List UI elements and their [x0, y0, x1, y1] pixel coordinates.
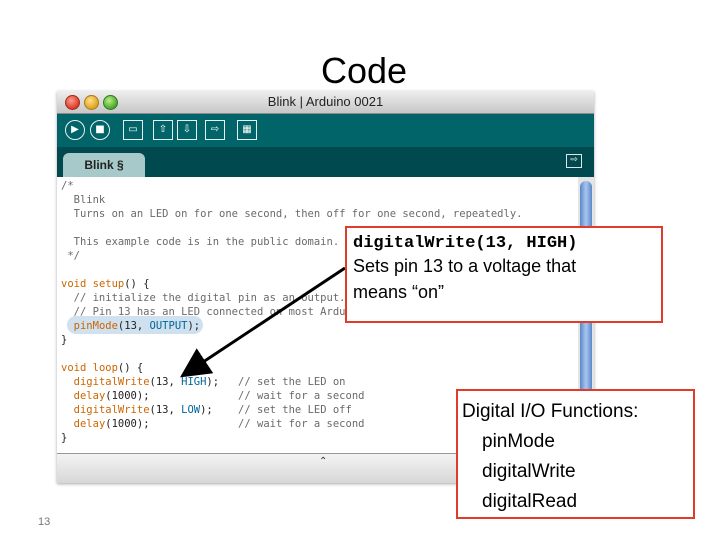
upload-button[interactable]: ⇨ — [205, 120, 225, 140]
stop-button[interactable]: ■ — [90, 120, 110, 140]
callout-title: Digital I/O Functions: — [462, 401, 639, 422]
code-comment: // wait for a second — [149, 390, 365, 402]
code-comment: // set the LED on — [219, 376, 346, 388]
upload-icon: ⇨ — [210, 124, 220, 135]
code-function: digitalWrite — [73, 376, 150, 388]
digital-io-callout: Digital I/O Functions: pinMode digitalWr… — [456, 389, 695, 519]
code-function: digitalWrite — [73, 404, 150, 416]
code-comment: // initialize the digital pin as an outp… — [61, 292, 346, 304]
splitter-handle-icon[interactable]: ⌃ — [319, 456, 327, 467]
new-file-icon: ▭ — [128, 124, 138, 135]
serial-monitor-icon: ▦ — [242, 124, 252, 135]
save-button[interactable]: ⇩ — [177, 120, 197, 140]
code-punct: (1000); — [105, 418, 150, 430]
function-item: digitalWrite — [482, 461, 576, 482]
function-item: pinMode — [482, 431, 555, 452]
code-line: */ — [61, 250, 80, 262]
callout-text-line: means “on” — [353, 282, 445, 302]
code-line: /* — [61, 180, 74, 192]
save-icon: ⇩ — [182, 124, 192, 135]
function-item: digitalRead — [482, 491, 578, 512]
code-function: loop — [92, 362, 118, 374]
code-line: Blink — [61, 194, 106, 206]
window-title: Blink | Arduino 0021 — [267, 94, 384, 109]
slide-title: Code — [320, 50, 408, 91]
tab-blink[interactable]: Blink § — [63, 153, 145, 177]
open-icon: ⇧ — [158, 124, 168, 135]
code-punct: () { — [124, 278, 150, 290]
code-function: delay — [73, 418, 106, 430]
arrow-right-icon: ⇨ — [570, 155, 578, 165]
title-bar: Blink | Arduino 0021 — [57, 91, 594, 114]
callout-text-line: Sets pin 13 to a voltage that — [353, 256, 577, 276]
page-number: 13 — [38, 516, 51, 528]
code-comment: // wait for a second — [149, 418, 365, 430]
code-punct: (1000); — [105, 390, 150, 402]
tab-bar: Blink § ⇨ — [57, 147, 594, 177]
code-punct: () { — [117, 362, 144, 374]
digitalwrite-callout: digitalWrite(13, HIGH) Sets pin 13 to a … — [345, 226, 663, 323]
code-punct: (13, — [117, 320, 150, 332]
code-function: setup — [92, 278, 125, 290]
code-constant: HIGH — [181, 376, 207, 388]
toolbar: ▶ ■ ▭ ⇧ ⇩ ⇨ ▦ — [57, 114, 594, 147]
code-punct: (13, — [149, 376, 182, 388]
code-line: Turns on an LED on for one second, then … — [61, 208, 523, 220]
code-punct: (13, — [149, 404, 182, 416]
code-function: pinMode — [73, 320, 118, 332]
code-constant: LOW — [181, 404, 201, 416]
code-punct: } — [61, 432, 68, 444]
code-comment: // set the LED off — [212, 404, 352, 416]
tab-menu-button[interactable]: ⇨ — [566, 154, 582, 168]
serial-monitor-button[interactable]: ▦ — [237, 120, 257, 140]
stop-icon: ■ — [95, 124, 105, 135]
code-keyword: void — [61, 278, 87, 290]
code-keyword: void — [61, 362, 87, 374]
callout-code: digitalWrite(13, HIGH) — [353, 234, 578, 253]
new-button[interactable]: ▭ — [123, 120, 143, 140]
code-punct: } — [61, 334, 68, 346]
open-button[interactable]: ⇧ — [153, 120, 173, 140]
code-function: delay — [73, 390, 106, 402]
play-icon: ▶ — [71, 124, 79, 135]
code-punct: ); — [187, 320, 201, 332]
verify-button[interactable]: ▶ — [65, 120, 85, 140]
code-line: This example code is in the public domai… — [61, 236, 340, 248]
code-punct: ); — [200, 404, 213, 416]
code-constant: OUTPUT — [149, 320, 188, 332]
code-punct: ); — [206, 376, 220, 388]
